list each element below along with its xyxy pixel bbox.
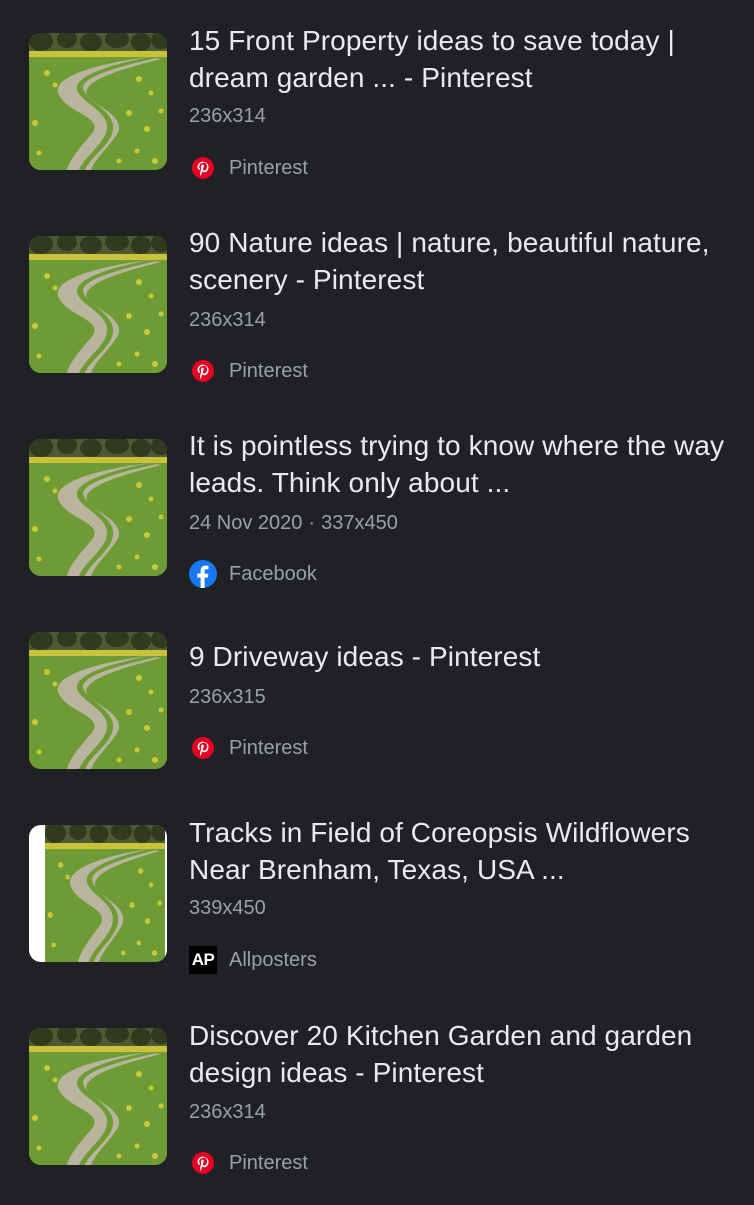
result-dimensions: 236x315 xyxy=(189,686,266,708)
source-name: Pinterest xyxy=(229,359,308,382)
result-source[interactable]: AP Allposters xyxy=(189,946,317,974)
result-title[interactable]: 15 Front Property ideas to save today | … xyxy=(189,22,739,96)
result-thumbnail[interactable] xyxy=(29,1028,167,1165)
path-field-image xyxy=(29,33,167,170)
result-thumbnail[interactable] xyxy=(29,33,167,170)
pinterest-icon xyxy=(192,157,214,179)
result-source[interactable]: Pinterest xyxy=(189,154,308,182)
result-item[interactable]: 90 Nature ideas | nature, beautiful natu… xyxy=(0,222,754,412)
result-thumbnail[interactable] xyxy=(29,632,167,769)
path-field-image xyxy=(29,439,167,576)
result-title[interactable]: 90 Nature ideas | nature, beautiful natu… xyxy=(189,224,739,298)
result-item[interactable]: It is pointless trying to know where the… xyxy=(0,425,754,615)
path-field-image xyxy=(29,632,167,769)
meta-separator: · xyxy=(308,512,316,534)
result-dimensions: 236x314 xyxy=(189,309,266,331)
result-source[interactable]: Pinterest xyxy=(189,357,308,385)
result-item[interactable]: 9 Driveway ideas - Pinterest 236x315 Pin… xyxy=(0,628,754,818)
source-name: Pinterest xyxy=(229,156,308,179)
image-results-list: 15 Front Property ideas to save today | … xyxy=(0,0,754,1200)
result-item[interactable]: 15 Front Property ideas to save today | … xyxy=(0,18,754,208)
allposters-icon: AP xyxy=(189,946,217,974)
result-source[interactable]: Pinterest xyxy=(189,734,308,762)
result-item[interactable]: Discover 20 Kitchen Garden and garden de… xyxy=(0,1015,754,1205)
facebook-icon xyxy=(189,560,217,588)
result-dimensions: 339x450 xyxy=(189,897,266,919)
result-source[interactable]: Facebook xyxy=(189,560,317,588)
result-meta: 24 Nov 2020 · 337x450 xyxy=(189,511,398,535)
result-dimensions: 337x450 xyxy=(321,512,398,534)
result-dimensions: 236x314 xyxy=(189,1101,266,1123)
path-field-image xyxy=(29,1028,167,1165)
result-date: 24 Nov 2020 xyxy=(189,512,303,534)
source-name: Allposters xyxy=(229,948,317,971)
source-name: Facebook xyxy=(229,562,317,585)
result-thumbnail[interactable] xyxy=(29,439,167,576)
result-dimensions: 236x314 xyxy=(189,105,266,127)
result-item[interactable]: Tracks in Field of Coreopsis Wildflowers… xyxy=(0,812,754,1002)
pinterest-icon xyxy=(192,737,214,759)
source-name: Pinterest xyxy=(229,1151,308,1174)
pinterest-icon xyxy=(192,360,214,382)
result-thumbnail[interactable] xyxy=(29,825,167,962)
result-title[interactable]: It is pointless trying to know where the… xyxy=(189,427,739,501)
source-name: Pinterest xyxy=(229,736,308,759)
path-field-image xyxy=(29,236,167,373)
pinterest-icon xyxy=(192,1152,214,1174)
result-source[interactable]: Pinterest xyxy=(189,1149,308,1177)
result-title[interactable]: Discover 20 Kitchen Garden and garden de… xyxy=(189,1017,739,1091)
result-thumbnail[interactable] xyxy=(29,236,167,373)
result-title[interactable]: Tracks in Field of Coreopsis Wildflowers… xyxy=(189,814,739,888)
result-title[interactable]: 9 Driveway ideas - Pinterest xyxy=(189,638,739,675)
path-field-image xyxy=(45,825,165,962)
